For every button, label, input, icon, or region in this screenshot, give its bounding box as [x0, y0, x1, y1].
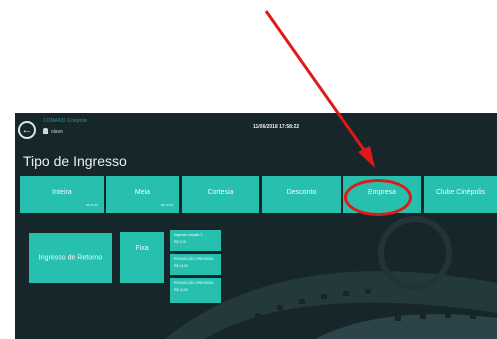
app-title: COMAND Cinépolis — [43, 118, 88, 124]
back-arrow-icon: ← — [21, 124, 33, 136]
tile-fixa[interactable]: Fixa — [120, 232, 164, 283]
small-tile-title: PROMOÇÃO 2ªSESSÃO — [174, 257, 214, 261]
small-tile-value: R$ 14,00 — [174, 264, 189, 268]
top-bar: ← COMAND Cinépolis olavo 11/06/2018 17:5… — [15, 113, 497, 139]
small-tile-title: PROMOÇÃO 3ªSESSÃO — [174, 281, 214, 285]
tile-inteira-price: R$ 31,00 — [85, 203, 98, 207]
tile-meia[interactable]: Meia R$ 15,50 — [106, 176, 179, 213]
tile-desconto[interactable]: Desconto — [262, 176, 341, 213]
annotation-highlight-ellipse — [344, 179, 412, 216]
small-tile-promocao-3a-sessao[interactable]: PROMOÇÃO 3ªSESSÃO R$ 10,00 — [170, 278, 221, 303]
tile-meia-label: Meia — [134, 189, 151, 196]
tile-inteira[interactable]: Inteira R$ 31,00 — [20, 176, 104, 213]
tile-clube-label: Clube Cinépolis — [435, 189, 486, 196]
user-icon — [43, 128, 48, 134]
tile-fixa-label: Fixa — [135, 245, 149, 252]
tile-clube-cinepolis[interactable]: Clube Cinépolis — [424, 176, 497, 213]
tile-meia-price: R$ 15,50 — [160, 203, 173, 207]
user-name: olavo — [51, 129, 63, 135]
tile-inteira-label: Inteira — [52, 189, 72, 196]
page-title: Tipo de Ingresso — [23, 153, 127, 169]
small-tile-ingresso-sessao[interactable]: Ingresso sessão 3 R$ 3,00 — [170, 230, 221, 251]
tile-retorno-label: Ingresso de Retorno — [38, 254, 103, 262]
back-button[interactable]: ← — [18, 121, 36, 139]
user-info: olavo — [43, 128, 63, 135]
small-tile-value: R$ 10,00 — [174, 288, 189, 292]
small-tile-value: R$ 3,00 — [174, 240, 187, 244]
tile-cortesia[interactable]: Cortesia — [182, 176, 259, 213]
small-tile-title: Ingresso sessão 3 — [174, 233, 203, 237]
film-reel-background — [165, 216, 497, 339]
small-tile-promocao-2a-sessao[interactable]: PROMOÇÃO 2ªSESSÃO R$ 14,00 — [170, 254, 221, 275]
datetime: 11/06/2018 17:58:22 — [253, 124, 300, 130]
tile-cortesia-label: Cortesia — [207, 189, 234, 196]
tile-ingresso-de-retorno[interactable]: Ingresso de Retorno — [29, 233, 112, 283]
app-screen: ← COMAND Cinépolis olavo 11/06/2018 17:5… — [15, 113, 497, 339]
tile-desconto-label: Desconto — [286, 189, 317, 196]
